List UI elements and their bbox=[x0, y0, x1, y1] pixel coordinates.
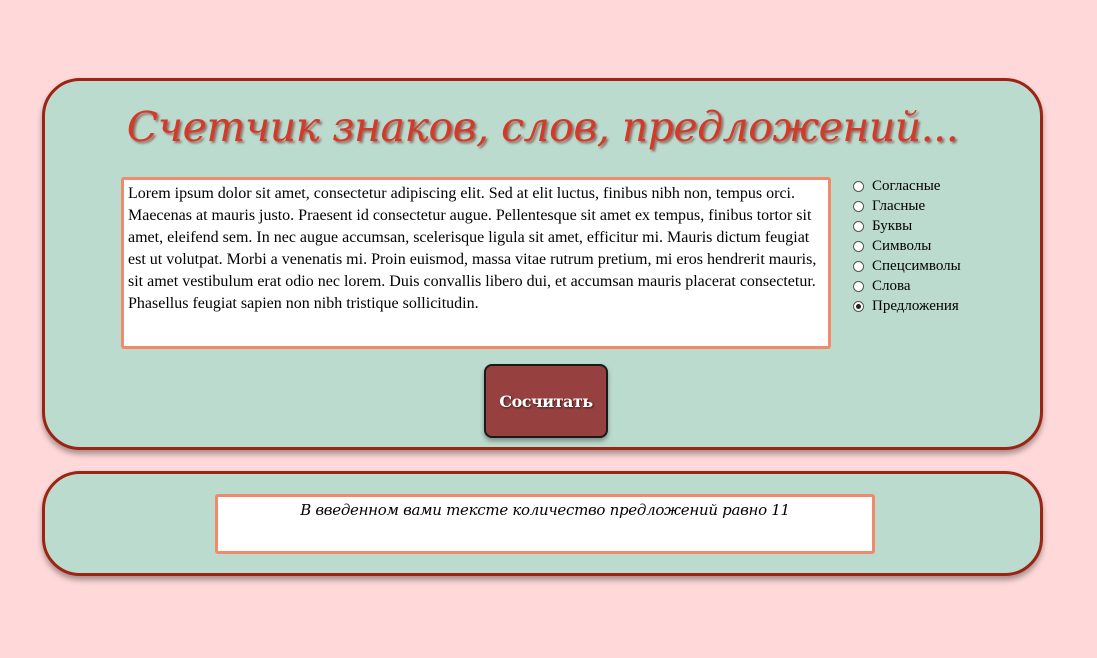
radio-option-sentences[interactable]: Предложения bbox=[853, 296, 961, 316]
radio-label: Слова bbox=[872, 277, 911, 294]
radio-option-consonants[interactable]: Согласные bbox=[853, 176, 961, 196]
text-input[interactable]: Lorem ipsum dolor sit amet, consectetur … bbox=[121, 177, 831, 349]
radio-option-vowels[interactable]: Гласные bbox=[853, 196, 961, 216]
radio-option-special-characters[interactable]: Спецсимволы bbox=[853, 256, 961, 276]
radio-label: Предложения bbox=[872, 297, 959, 314]
radio-label: Буквы bbox=[872, 217, 913, 234]
radio-button[interactable] bbox=[853, 240, 864, 252]
radio-button[interactable] bbox=[853, 280, 864, 292]
result-output: В введенном вами тексте количество предл… bbox=[215, 494, 875, 554]
radio-button[interactable] bbox=[853, 220, 864, 232]
counter-panel: Счетчик знаков, слов, предложений... Lor… bbox=[42, 78, 1043, 450]
radio-option-characters[interactable]: Символы bbox=[853, 236, 961, 256]
radio-label: Согласные bbox=[872, 177, 941, 194]
result-panel: В введенном вами тексте количество предл… bbox=[42, 471, 1043, 576]
page-title: Счетчик знаков, слов, предложений... bbox=[126, 103, 959, 151]
radio-button[interactable] bbox=[853, 200, 864, 212]
radio-option-letters[interactable]: Буквы bbox=[853, 216, 961, 236]
radio-button[interactable] bbox=[853, 260, 864, 272]
radio-button[interactable] bbox=[853, 300, 864, 312]
radio-label: Символы bbox=[872, 237, 932, 254]
radio-label: Гласные bbox=[872, 197, 926, 214]
count-mode-radio-group: Согласные Гласные Буквы Символы Спецсимв… bbox=[853, 176, 961, 316]
count-button[interactable]: Сосчитать bbox=[484, 364, 608, 438]
radio-label: Спецсимволы bbox=[872, 257, 961, 274]
radio-option-words[interactable]: Слова bbox=[853, 276, 961, 296]
radio-button[interactable] bbox=[853, 180, 864, 192]
